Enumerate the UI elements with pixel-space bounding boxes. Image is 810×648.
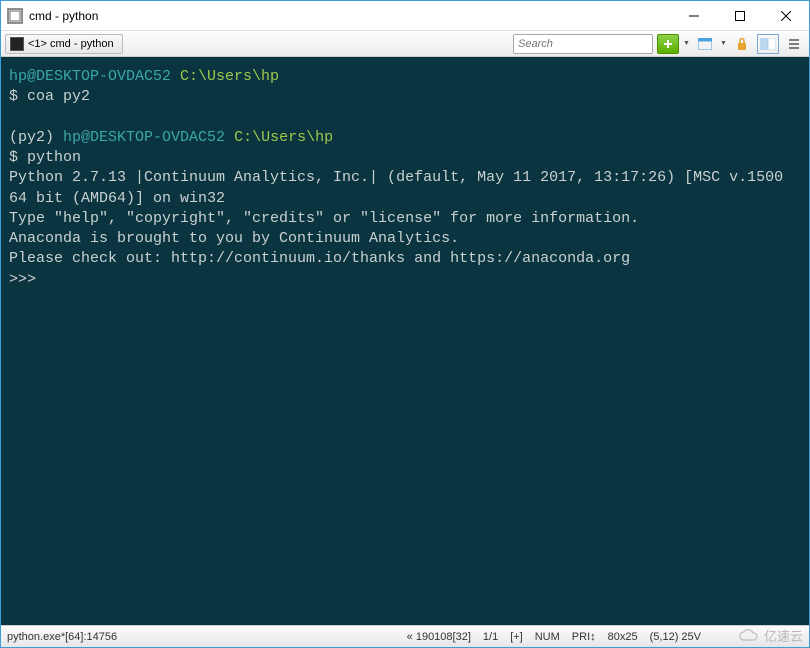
lock-button[interactable] [731, 34, 753, 54]
windows-menu-button[interactable] [694, 34, 716, 54]
tab-cmd-python[interactable]: <1> cmd - python [5, 34, 123, 54]
terminal-line: Type "help", "copyright", "credits" or "… [9, 209, 801, 229]
status-encoding: « 190108[32] [407, 631, 471, 643]
tab-label: <1> cmd - python [28, 38, 114, 50]
search-input[interactable] [518, 38, 661, 50]
menu-button[interactable] [783, 34, 805, 54]
new-tab-dropdown[interactable]: ▼ [683, 40, 690, 47]
terminal-output[interactable]: hp@DESKTOP-OVDAC52 C:\Users\hp$ coa py2 … [1, 57, 809, 625]
status-bar: python.exe*[64]:14756 « 190108[32] 1/1 [… [1, 625, 809, 647]
titlebar: cmd - python [1, 1, 809, 31]
terminal-line: Please check out: http://continuum.io/th… [9, 249, 801, 269]
maximize-button[interactable] [717, 1, 763, 31]
app-icon [7, 8, 23, 24]
terminal-line: Python 2.7.13 |Continuum Analytics, Inc.… [9, 168, 801, 209]
terminal-line: Anaconda is brought to you by Continuum … [9, 229, 801, 249]
search-box[interactable] [513, 34, 653, 54]
app-window: cmd - python <1> cmd - python ▼ ▼ [0, 0, 810, 648]
status-dim: 80x25 [608, 631, 638, 643]
windows-menu-dropdown[interactable]: ▼ [720, 40, 727, 47]
terminal-blank [9, 108, 801, 128]
status-process: python.exe*[64]:14756 [7, 631, 117, 643]
close-button[interactable] [763, 1, 809, 31]
status-plus: [+] [510, 631, 523, 643]
new-tab-button[interactable] [657, 34, 679, 54]
split-view-button[interactable] [757, 34, 779, 54]
window-controls [671, 1, 809, 31]
terminal-line: (py2) hp@DESKTOP-OVDAC52 C:\Users\hp [9, 128, 801, 148]
terminal-line: $ coa py2 [9, 87, 801, 107]
status-line: 1/1 [483, 631, 498, 643]
status-pri: PRI↕ [572, 631, 596, 643]
toolbar: <1> cmd - python ▼ ▼ [1, 31, 809, 57]
terminal-line: $ python [9, 148, 801, 168]
minimize-button[interactable] [671, 1, 717, 31]
terminal-line: hp@DESKTOP-OVDAC52 C:\Users\hp [9, 67, 801, 87]
status-cursor: (5,12) 25V [650, 631, 701, 643]
terminal-icon [10, 37, 24, 51]
terminal-prompt: >>> [9, 270, 801, 290]
window-title: cmd - python [29, 9, 98, 23]
status-num: NUM [535, 631, 560, 643]
